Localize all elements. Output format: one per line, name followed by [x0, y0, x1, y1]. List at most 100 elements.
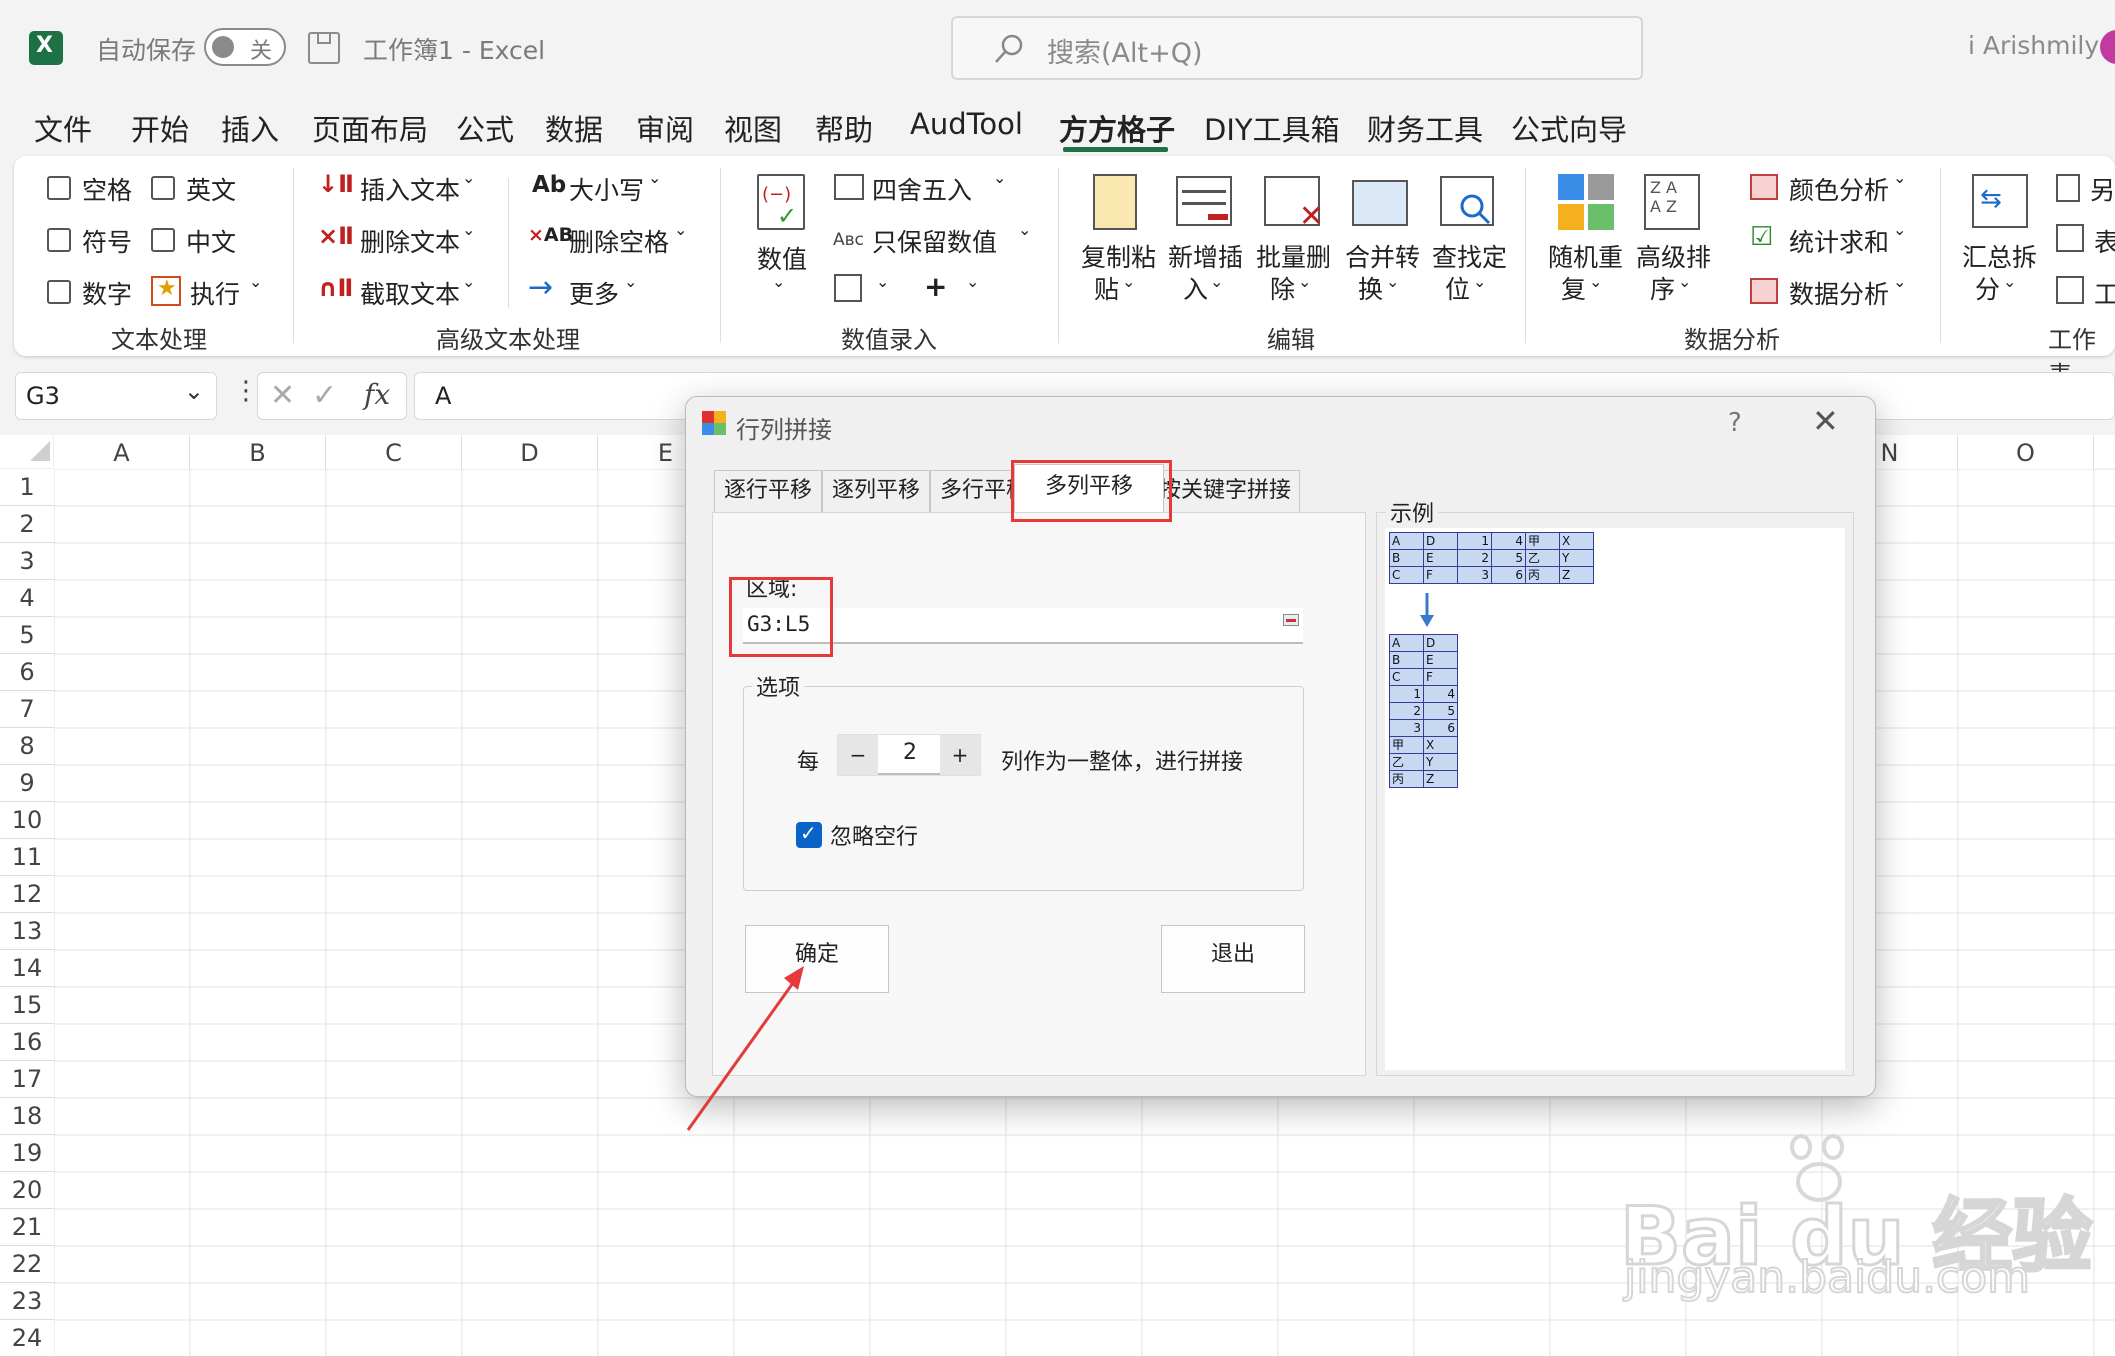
merge-convert-button[interactable]: 合并转 [1345, 238, 1420, 274]
insert-text-button[interactable]: 插入文本 [360, 171, 460, 207]
row-header-17[interactable]: 17 [0, 1061, 54, 1098]
row-header-12[interactable]: 12 [0, 876, 54, 913]
worksheet-button-1[interactable]: 另 [2090, 171, 2115, 207]
round-button[interactable]: 四舍五入 [872, 171, 972, 207]
row-header-11[interactable]: 11 [0, 839, 54, 876]
row-header-18[interactable]: 18 [0, 1098, 54, 1135]
keep-value-button[interactable]: 只保留数值 [872, 223, 997, 259]
row-header-15[interactable]: 15 [0, 987, 54, 1024]
tab-column-shift[interactable]: 逐列平移 [822, 470, 930, 512]
tab-keyword-merge[interactable]: 按关键字拼接 [1150, 470, 1300, 512]
stat-sum-button[interactable]: 统计求和 [1789, 223, 1889, 259]
cancel-icon[interactable]: ✕ [270, 378, 295, 413]
close-icon[interactable]: ✕ [1812, 402, 1839, 440]
row-header-5[interactable]: 5 [0, 617, 54, 654]
row-header-20[interactable]: 20 [0, 1172, 54, 1209]
checkbox-number[interactable] [47, 280, 71, 304]
random-repeat-button-line2[interactable]: 复 [1561, 270, 1586, 306]
count-value[interactable]: 2 [878, 735, 942, 775]
column-header-c[interactable]: C [326, 435, 462, 469]
find-locate-button[interactable]: 查找定 [1432, 238, 1507, 274]
add-insert-button-line2[interactable]: 入 [1183, 270, 1208, 306]
tab-view[interactable]: 视图 [724, 107, 782, 149]
tab-finance[interactable]: 财务工具 [1367, 107, 1483, 149]
function-icon[interactable]: fx [364, 378, 390, 411]
tab-formulas[interactable]: 公式 [456, 107, 514, 149]
find-locate-button-line2[interactable]: 位 [1445, 270, 1470, 306]
column-header-a[interactable]: A [54, 435, 190, 469]
delete-text-button[interactable]: 删除文本 [360, 223, 460, 259]
decrement-button[interactable]: − [838, 735, 878, 775]
color-analysis-button[interactable]: 颜色分析 [1789, 171, 1889, 207]
value-button[interactable]: 数值 [757, 240, 807, 276]
column-header-o[interactable]: O [1958, 435, 2094, 469]
edit-icon[interactable] [834, 274, 862, 302]
tab-formula-wizard[interactable]: 公式向导 [1511, 107, 1627, 149]
tab-page-layout[interactable]: 页面布局 [312, 107, 428, 149]
tab-diy[interactable]: DIY工具箱 [1204, 107, 1340, 149]
row-header-8[interactable]: 8 [0, 728, 54, 765]
row-header-21[interactable]: 21 [0, 1209, 54, 1246]
execute-icon[interactable]: ★ [151, 276, 181, 306]
row-header-1[interactable]: 1 [0, 469, 54, 506]
copy-paste-button-line2[interactable]: 贴 [1094, 270, 1119, 306]
ignore-empty-checkbox[interactable]: ✓ [796, 821, 822, 848]
row-header-7[interactable]: 7 [0, 691, 54, 728]
row-header-24[interactable]: 24 [0, 1320, 54, 1356]
tab-row-shift[interactable]: 逐行平移 [714, 470, 822, 512]
save-icon[interactable] [308, 32, 340, 64]
enter-icon[interactable]: ✓ [312, 378, 337, 413]
case-button[interactable]: 大小写 [569, 171, 644, 207]
tab-audtool[interactable]: AudTool [910, 107, 1023, 141]
row-header-22[interactable]: 22 [0, 1246, 54, 1283]
tab-file[interactable]: 文件 [34, 107, 92, 149]
summary-split-button[interactable]: 汇总拆 [1962, 238, 2037, 274]
random-repeat-button[interactable]: 随机重 [1548, 238, 1623, 274]
add-insert-button[interactable]: 新增插 [1168, 238, 1243, 274]
row-header-10[interactable]: 10 [0, 802, 54, 839]
avatar[interactable] [2100, 30, 2115, 64]
checkbox-symbol[interactable] [47, 228, 71, 252]
more-button[interactable]: 更多 [569, 275, 619, 311]
row-header-4[interactable]: 4 [0, 580, 54, 617]
tab-data[interactable]: 数据 [545, 107, 603, 149]
worksheet-button-3[interactable]: 工 [2094, 275, 2115, 311]
advanced-sort-button[interactable]: 高级排 [1636, 238, 1711, 274]
row-header-19[interactable]: 19 [0, 1135, 54, 1172]
row-header-2[interactable]: 2 [0, 506, 54, 543]
summary-split-button-line2[interactable]: 分 [1975, 270, 2000, 306]
batch-delete-button-line2[interactable]: 除 [1270, 270, 1295, 306]
merge-convert-button-line2[interactable]: 换 [1358, 270, 1383, 306]
tab-help[interactable]: 帮助 [815, 107, 873, 149]
row-header-3[interactable]: 3 [0, 543, 54, 580]
row-header-6[interactable]: 6 [0, 654, 54, 691]
copy-paste-button[interactable]: 复制粘 [1081, 238, 1156, 274]
execute-button[interactable]: 执行 [190, 275, 240, 311]
range-select-icon[interactable] [1283, 614, 1299, 626]
autosave-toggle[interactable]: 关 [204, 28, 286, 66]
column-header-d[interactable]: D [462, 435, 598, 469]
tab-home[interactable]: 开始 [131, 107, 189, 149]
help-button[interactable]: ? [1728, 408, 1742, 438]
select-all-corner[interactable] [30, 441, 50, 461]
row-header-23[interactable]: 23 [0, 1283, 54, 1320]
worksheet-button-2[interactable]: 表 [2094, 223, 2115, 259]
name-box[interactable]: G3 ⌄ [15, 372, 217, 420]
user-name[interactable]: i Arishmily [1968, 31, 2099, 60]
checkbox-chinese[interactable] [151, 228, 175, 252]
extract-text-button[interactable]: 截取文本 [360, 275, 460, 311]
row-header-9[interactable]: 9 [0, 765, 54, 802]
more-dots-icon[interactable]: ⋮ [233, 376, 259, 406]
checkbox-english[interactable] [151, 176, 175, 200]
tab-insert[interactable]: 插入 [221, 107, 279, 149]
increment-button[interactable]: + [940, 735, 980, 775]
tab-review[interactable]: 审阅 [636, 107, 694, 149]
advanced-sort-button-line2[interactable]: 序 [1650, 270, 1675, 306]
checkbox-space[interactable] [47, 176, 71, 200]
data-analysis-button[interactable]: 数据分析 [1789, 275, 1889, 311]
row-header-16[interactable]: 16 [0, 1024, 54, 1061]
row-header-14[interactable]: 14 [0, 950, 54, 987]
batch-delete-button[interactable]: 批量删 [1256, 238, 1331, 274]
count-stepper[interactable]: − 2 + [837, 734, 981, 776]
plus-button[interactable]: + [924, 270, 947, 303]
